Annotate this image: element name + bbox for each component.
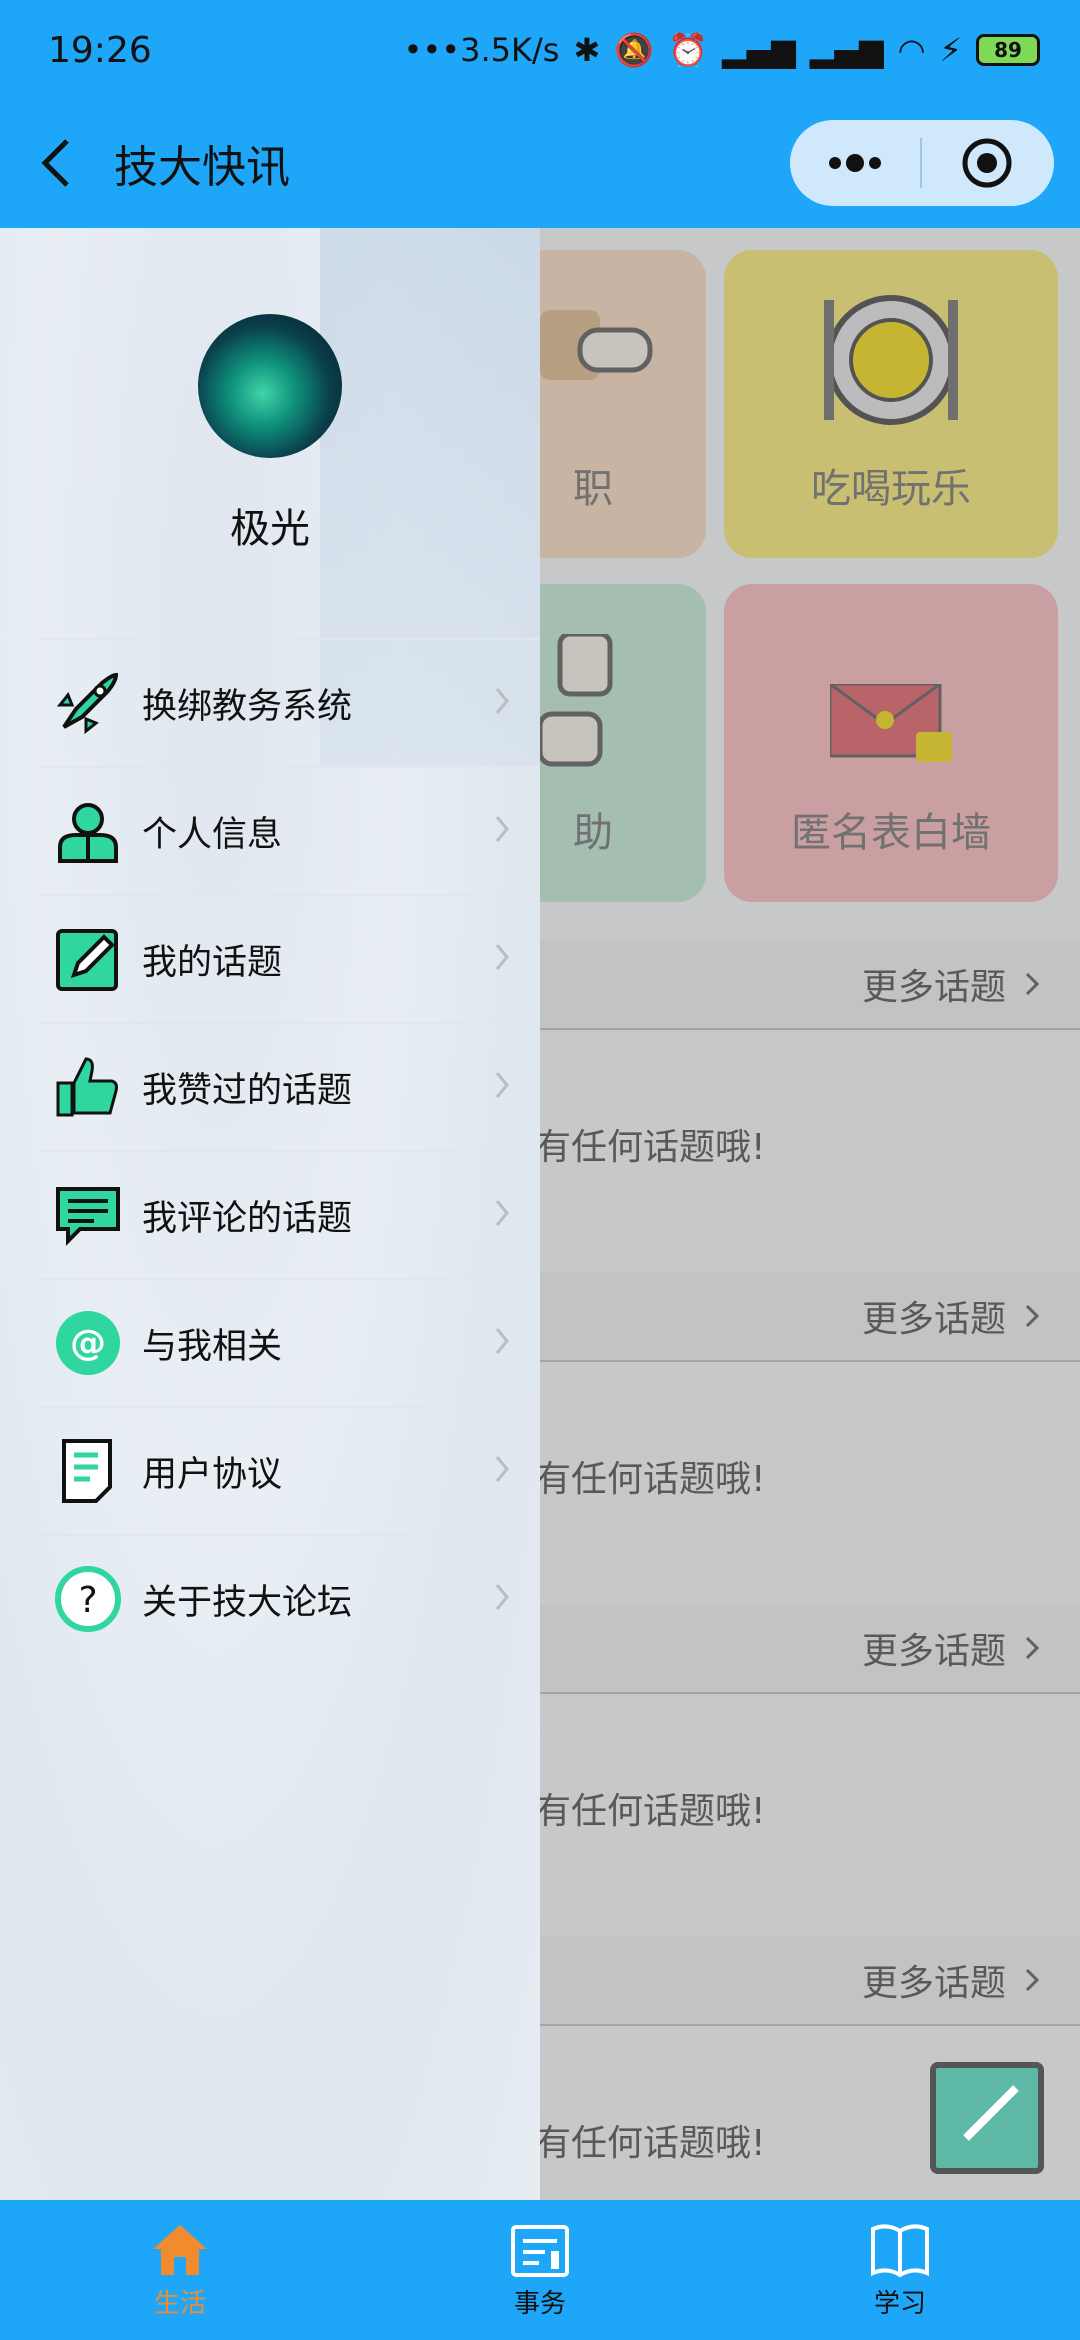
tab-study[interactable]: 学习 xyxy=(720,2200,1080,2340)
close-miniprogram-button[interactable] xyxy=(922,120,1052,206)
more-button[interactable] xyxy=(790,120,920,206)
question-icon: ? xyxy=(54,1565,122,1633)
edit-icon xyxy=(54,925,122,993)
rocket-icon xyxy=(54,669,122,737)
menu-item-label: 与我相关 xyxy=(142,1326,283,1367)
mute-icon: 🔕 xyxy=(614,31,655,69)
at-icon: @ xyxy=(54,1309,122,1377)
menu-item-label: 我评论的话题 xyxy=(142,1198,353,1239)
drawer-menu: 换绑教务系统 个人信息 我的话题 我赞过的话题 我评论的话题 @ 与我相关 用户… xyxy=(40,638,540,1662)
side-drawer: 极光 换绑教务系统 个人信息 我的话题 我赞过的话题 我评论的话题 @ 与我相关… xyxy=(0,228,540,2200)
bottom-tab-bar: 生活 事务 学习 xyxy=(0,2200,1080,2340)
alarm-icon: ⏰ xyxy=(668,31,708,69)
username: 极光 xyxy=(230,506,310,552)
menu-item-mentions[interactable]: @ 与我相关 xyxy=(40,1278,540,1406)
wifi-icon: ◠ xyxy=(897,31,926,69)
avatar[interactable] xyxy=(198,314,342,458)
home-icon xyxy=(153,2224,207,2275)
menu-item-label: 个人信息 xyxy=(142,814,283,855)
tab-label: 事务 xyxy=(513,2288,566,2319)
status-bar: 19:26 •••3.5K/s ✱ 🔕 ⏰ ▂▄▆ ▂▄▆ ◠ ⚡ 89 xyxy=(48,22,1040,78)
back-button[interactable] xyxy=(12,118,102,208)
menu-item-about[interactable]: ? 关于技大论坛 xyxy=(40,1534,540,1662)
person-icon xyxy=(54,797,122,865)
page-title: 技大快讯 xyxy=(114,142,290,193)
title-bar: 技大快讯 xyxy=(0,118,1080,208)
menu-item-commented-topics[interactable]: 我评论的话题 xyxy=(40,1150,540,1278)
comment-icon xyxy=(54,1181,122,1249)
signal-icon: ▂▄▆ xyxy=(809,31,884,69)
menu-item-liked-topics[interactable]: 我赞过的话题 xyxy=(40,1022,540,1150)
tab-affairs[interactable]: 事务 xyxy=(360,2200,720,2340)
bluetooth-icon: ✱ xyxy=(573,31,601,69)
svg-text:@: @ xyxy=(70,1323,106,1364)
thumbs-up-icon xyxy=(54,1053,122,1121)
menu-item-label: 我赞过的话题 xyxy=(142,1070,353,1111)
pencil-icon xyxy=(963,2085,1019,2141)
menu-item-label: 用户协议 xyxy=(142,1454,283,1495)
status-time: 19:26 xyxy=(48,29,152,71)
clipboard-icon xyxy=(511,2224,569,2277)
document-icon xyxy=(54,1437,122,1505)
signal-icon: ▂▄▆ xyxy=(721,31,796,69)
menu-item-label: 关于技大论坛 xyxy=(142,1582,353,1623)
book-icon xyxy=(871,2223,929,2277)
chevron-right-icon xyxy=(495,1328,509,1354)
tab-label: 生活 xyxy=(153,2288,206,2319)
status-indicators: •••3.5K/s ✱ 🔕 ⏰ ▂▄▆ ▂▄▆ ◠ ⚡ 89 xyxy=(403,31,1040,69)
menu-item-rebind-system[interactable]: 换绑教务系统 xyxy=(40,638,540,766)
chevron-right-icon xyxy=(495,1200,509,1226)
chevron-right-icon xyxy=(495,1584,509,1610)
tab-life[interactable]: 生活 xyxy=(0,2200,360,2340)
target-icon xyxy=(962,138,1012,188)
menu-item-label: 换绑教务系统 xyxy=(142,686,353,727)
menu-item-my-topics[interactable]: 我的话题 xyxy=(40,894,540,1022)
net-speed: •••3.5K/s xyxy=(403,31,560,69)
chevron-right-icon xyxy=(495,1072,509,1098)
miniprogram-capsule xyxy=(790,120,1054,206)
chevron-right-icon xyxy=(495,944,509,970)
menu-item-label: 我的话题 xyxy=(142,942,283,983)
menu-item-user-agreement[interactable]: 用户协议 xyxy=(40,1406,540,1534)
top-bar: 19:26 •••3.5K/s ✱ 🔕 ⏰ ▂▄▆ ▂▄▆ ◠ ⚡ 89 技大快… xyxy=(0,0,1080,228)
more-dots-icon xyxy=(829,154,881,172)
chevron-right-icon xyxy=(495,688,509,714)
tab-label: 学习 xyxy=(873,2288,926,2319)
menu-item-personal-info[interactable]: 个人信息 xyxy=(40,766,540,894)
compose-button[interactable] xyxy=(930,2062,1044,2174)
battery-icon: 89 xyxy=(976,34,1040,66)
chevron-left-icon xyxy=(41,139,69,187)
chevron-right-icon xyxy=(495,1456,509,1482)
svg-text:?: ? xyxy=(78,1580,97,1621)
charging-icon: ⚡ xyxy=(939,31,962,69)
chevron-right-icon xyxy=(495,816,509,842)
